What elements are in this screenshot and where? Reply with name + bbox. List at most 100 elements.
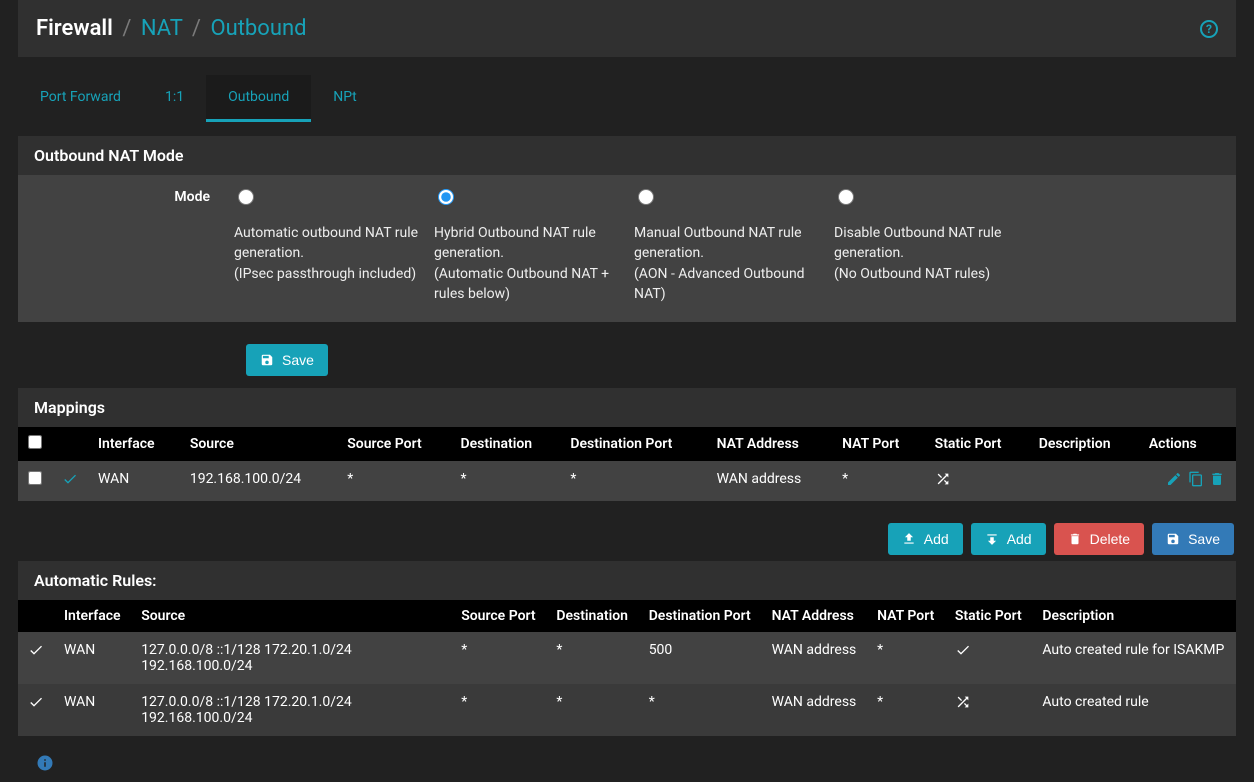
mode-option-hybrid: Hybrid Outbound NAT rule generation. (Au… bbox=[434, 189, 624, 304]
cell-description: Auto created rule for ISAKMP bbox=[1032, 632, 1236, 684]
save-button[interactable]: Save bbox=[246, 344, 328, 376]
shuffle-icon bbox=[935, 475, 951, 491]
col-interface: Interface bbox=[54, 600, 131, 632]
cell-destination-port: 500 bbox=[639, 632, 762, 684]
button-label: Save bbox=[1188, 531, 1220, 547]
mode-desc-line2: (IPsec passthrough included) bbox=[234, 266, 416, 282]
cell-source-port: * bbox=[451, 684, 546, 736]
row-checkbox[interactable] bbox=[28, 471, 42, 485]
mappings-panel: Mappings Interface Source Source Port De… bbox=[18, 388, 1236, 501]
cell-interface: WAN bbox=[54, 684, 131, 736]
info-icon[interactable] bbox=[36, 760, 54, 776]
table-row[interactable]: WAN 192.168.100.0/24 * * * WAN address * bbox=[18, 461, 1236, 501]
copy-icon[interactable] bbox=[1187, 471, 1205, 491]
help-icon[interactable]: ? bbox=[1200, 20, 1218, 38]
col-destination-port: Destination Port bbox=[560, 427, 706, 461]
button-label: Delete bbox=[1090, 531, 1130, 547]
button-label: Add bbox=[924, 531, 949, 547]
cell-description: Auto created rule bbox=[1032, 684, 1236, 736]
cell-destination-port: * bbox=[560, 461, 706, 501]
check-icon bbox=[62, 471, 78, 491]
cell-nat-address: WAN address bbox=[707, 461, 832, 501]
col-static-port: Static Port bbox=[925, 427, 1029, 461]
save-icon bbox=[260, 353, 274, 367]
mode-option-manual: Manual Outbound NAT rule generation. (AO… bbox=[634, 189, 824, 304]
mappings-table: Interface Source Source Port Destination… bbox=[18, 427, 1236, 501]
col-source-port: Source Port bbox=[337, 427, 450, 461]
mode-radio-disable[interactable] bbox=[838, 189, 854, 205]
col-nat-port: NAT Port bbox=[832, 427, 925, 461]
mode-radio-automatic[interactable] bbox=[238, 189, 254, 205]
cell-source-port: * bbox=[451, 632, 546, 684]
info-footer bbox=[18, 748, 1236, 782]
col-source: Source bbox=[131, 600, 451, 632]
save-order-button[interactable]: Save bbox=[1152, 523, 1234, 555]
panel-title: Mappings bbox=[18, 388, 1236, 427]
tabs: Port Forward 1:1 Outbound NPt bbox=[18, 75, 1236, 122]
cell-nat-port: * bbox=[867, 632, 945, 684]
automatic-rules-panel: Automatic Rules: Interface Source Source… bbox=[18, 561, 1236, 736]
tab-1-1[interactable]: 1:1 bbox=[143, 75, 206, 122]
check-icon bbox=[955, 646, 971, 662]
cell-interface: WAN bbox=[88, 461, 180, 501]
cell-source: 192.168.100.0/24 bbox=[180, 461, 337, 501]
col-interface: Interface bbox=[88, 427, 180, 461]
breadcrumb-sep: / bbox=[188, 16, 205, 41]
col-static-port: Static Port bbox=[945, 600, 1032, 632]
tab-npt[interactable]: NPt bbox=[311, 75, 379, 122]
edit-icon[interactable] bbox=[1165, 471, 1183, 491]
breadcrumb-root[interactable]: Firewall bbox=[36, 16, 113, 41]
table-row: WAN 127.0.0.0/8 ::1/128 172.20.1.0/24 19… bbox=[18, 632, 1236, 684]
check-icon bbox=[28, 646, 44, 662]
cell-source: 127.0.0.0/8 ::1/128 172.20.1.0/24 192.16… bbox=[131, 684, 451, 736]
check-icon bbox=[28, 698, 44, 714]
panel-title: Automatic Rules: bbox=[18, 561, 1236, 600]
select-all-checkbox[interactable] bbox=[28, 435, 42, 449]
col-destination-port: Destination Port bbox=[639, 600, 762, 632]
col-destination: Destination bbox=[450, 427, 560, 461]
breadcrumb-sep: / bbox=[118, 16, 135, 41]
cell-description bbox=[1029, 461, 1139, 501]
mode-label: Mode bbox=[34, 189, 234, 304]
mode-radio-manual[interactable] bbox=[638, 189, 654, 205]
add-after-button[interactable]: Add bbox=[971, 523, 1046, 555]
col-destination: Destination bbox=[546, 600, 638, 632]
col-description: Description bbox=[1029, 427, 1139, 461]
mode-desc-line1: Manual Outbound NAT rule generation. bbox=[634, 225, 802, 261]
mode-option-disable: Disable Outbound NAT rule generation. (N… bbox=[834, 189, 1024, 304]
tab-port-forward[interactable]: Port Forward bbox=[18, 75, 143, 122]
mode-radio-hybrid[interactable] bbox=[438, 189, 454, 205]
mode-desc-line1: Disable Outbound NAT rule generation. bbox=[834, 225, 1001, 261]
save-icon bbox=[1166, 532, 1180, 546]
cell-source: 127.0.0.0/8 ::1/128 172.20.1.0/24 192.16… bbox=[131, 632, 451, 684]
breadcrumb: Firewall / NAT / Outbound bbox=[36, 16, 307, 41]
delete-button[interactable]: Delete bbox=[1054, 523, 1144, 555]
col-actions: Actions bbox=[1139, 427, 1236, 461]
col-nat-port: NAT Port bbox=[867, 600, 945, 632]
mode-desc-line2: (No Outbound NAT rules) bbox=[834, 266, 990, 282]
col-nat-address: NAT Address bbox=[762, 600, 867, 632]
add-before-button[interactable]: Add bbox=[888, 523, 963, 555]
arrow-up-icon bbox=[902, 532, 916, 546]
col-enabled bbox=[52, 427, 88, 461]
button-label: Add bbox=[1007, 531, 1032, 547]
cell-destination: * bbox=[546, 632, 638, 684]
cell-destination: * bbox=[450, 461, 560, 501]
panel-title: Outbound NAT Mode bbox=[18, 136, 1236, 175]
breadcrumb-nat[interactable]: NAT bbox=[141, 16, 183, 41]
col-enabled bbox=[18, 600, 54, 632]
mode-option-automatic: Automatic outbound NAT rule generation. … bbox=[234, 189, 424, 304]
col-nat-address: NAT Address bbox=[707, 427, 832, 461]
mode-desc-line2: (Automatic Outbound NAT + rules below) bbox=[434, 266, 609, 302]
outbound-nat-mode-panel: Outbound NAT Mode Mode Automatic outboun… bbox=[18, 136, 1236, 322]
cell-nat-port: * bbox=[832, 461, 925, 501]
auto-rules-table: Interface Source Source Port Destination… bbox=[18, 600, 1236, 736]
tab-outbound[interactable]: Outbound bbox=[206, 75, 311, 122]
mode-desc-line2: (AON - Advanced Outbound NAT) bbox=[634, 266, 805, 302]
col-source-port: Source Port bbox=[451, 600, 546, 632]
col-description: Description bbox=[1032, 600, 1236, 632]
col-source: Source bbox=[180, 427, 337, 461]
trash-icon[interactable] bbox=[1208, 471, 1226, 491]
arrow-down-icon bbox=[985, 532, 999, 546]
shuffle-icon bbox=[955, 698, 971, 714]
